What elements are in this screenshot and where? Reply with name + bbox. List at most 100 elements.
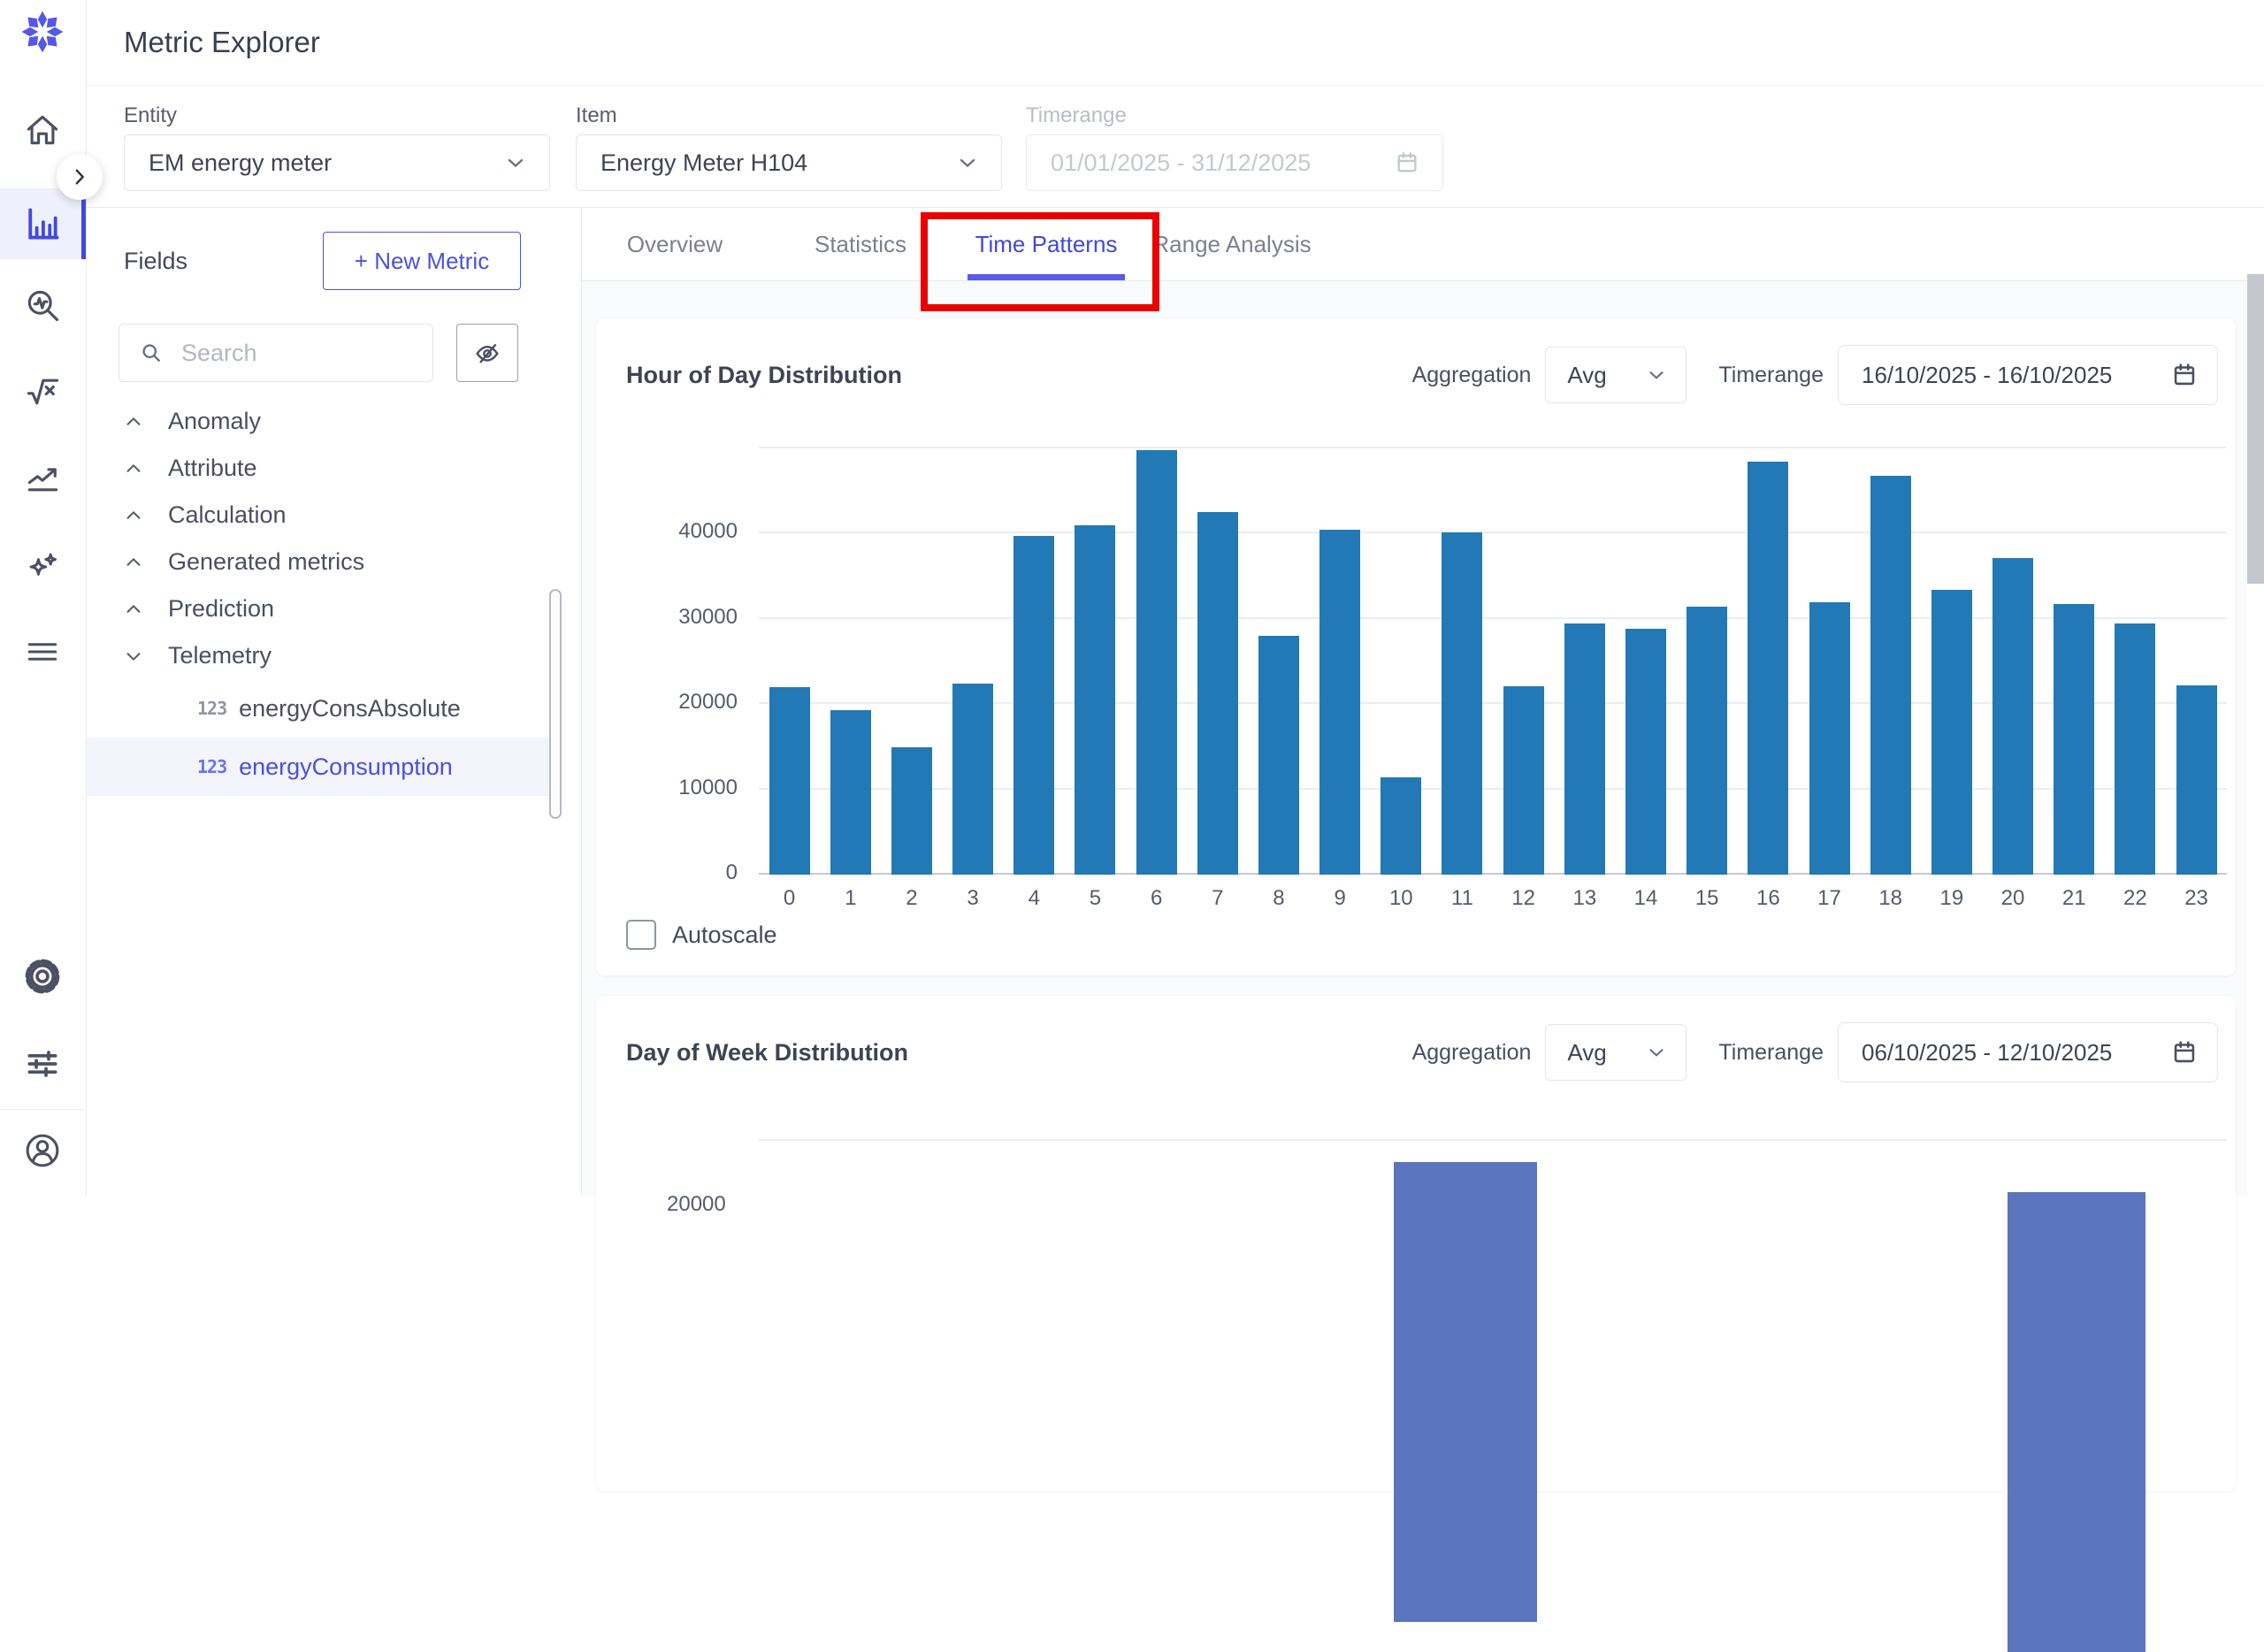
sidebar-expand-button[interactable]	[57, 154, 103, 200]
autoscale-checkbox[interactable]: Autoscale	[626, 920, 777, 950]
tree-group-generated-metrics[interactable]: Generated metrics	[87, 539, 581, 585]
x-tick-label: 2	[881, 886, 942, 911]
sidebar-item-calculation[interactable]	[0, 353, 85, 431]
checkbox-icon[interactable]	[626, 920, 656, 950]
tree-group-label: Attribute	[168, 455, 257, 482]
x-tick-label: 0	[759, 886, 820, 911]
bar-hour-17	[1809, 602, 1850, 875]
fields-scrollbar-thumb[interactable]	[549, 589, 562, 819]
tab-label: Range Analysis	[1152, 231, 1311, 258]
tab-overview[interactable]: Overview	[582, 208, 768, 280]
x-tick-label: 21	[2044, 886, 2105, 911]
field-search-input[interactable]	[119, 324, 433, 382]
tree-group-telemetry[interactable]: Telemetry	[87, 632, 581, 679]
gear-icon	[22, 956, 63, 997]
filters-bar: Entity EM energy meter Item Energy Meter…	[87, 86, 2264, 208]
x-tick-label: 3	[943, 886, 1004, 911]
bar-hour-6	[1136, 450, 1177, 875]
hide-fields-button[interactable]	[456, 324, 518, 382]
day-card-title: Day of Week Distribution	[626, 1039, 1412, 1067]
app-logo-icon	[19, 9, 65, 59]
search-input[interactable]	[180, 339, 395, 368]
y-tick-label: 40000	[631, 519, 738, 544]
aggregation-value: Avg	[1567, 362, 1606, 389]
tree-group-prediction[interactable]: Prediction	[87, 585, 581, 632]
hour-timerange-value: 16/10/2025 - 16/10/2025	[1862, 362, 2112, 389]
x-tick-label: 9	[1310, 886, 1371, 911]
calendar-icon	[2169, 360, 2199, 390]
numeric-field-icon: 123	[197, 756, 226, 777]
bar-hour-9	[1319, 530, 1360, 875]
bar-hour-19	[1931, 590, 1972, 875]
hour-aggregation-select[interactable]: Avg	[1545, 347, 1687, 403]
sidebar-item-settings[interactable]	[0, 937, 85, 1015]
timerange-value: 01/01/2025 - 31/12/2025	[1051, 149, 1311, 177]
bar-hour-3	[952, 684, 993, 875]
bar-hour-21	[2054, 604, 2094, 875]
tab-time-patterns[interactable]: Time Patterns	[953, 208, 1139, 280]
timerange-label: Timerange	[1718, 1040, 1824, 1066]
sidebar-item-preferences[interactable]	[0, 1025, 85, 1103]
trend-up-icon	[23, 459, 62, 498]
entity-value: EM energy meter	[149, 149, 332, 177]
fields-panel: Fields + New Metric	[87, 208, 582, 1196]
bar-hour-23	[2176, 685, 2217, 875]
page-scrollbar[interactable]	[2247, 267, 2264, 1196]
tab-bar: OverviewStatistics Time Patterns Range Ana…	[582, 208, 2264, 281]
active-tab-underline	[968, 274, 1125, 280]
day-of-week-card: Day of Week Distribution Aggregation Avg…	[596, 996, 2236, 1491]
aggregation-value: Avg	[1567, 1039, 1606, 1067]
chevron-down-icon	[955, 150, 980, 175]
bar-hour-0	[769, 687, 810, 875]
chevron-up-icon	[124, 412, 143, 432]
entity-select[interactable]: EM energy meter	[124, 134, 550, 191]
hour-timerange-input[interactable]: 16/10/2025 - 16/10/2025	[1838, 345, 2218, 405]
sidebar-item-ai-tools[interactable]	[0, 528, 85, 606]
x-tick-label: 7	[1187, 886, 1248, 911]
day-aggregation-select[interactable]: Avg	[1545, 1024, 1687, 1081]
tree-field-energyconsumption[interactable]: 123energyConsumption	[87, 738, 551, 796]
bar-hour-16	[1748, 462, 1788, 875]
bar-hour-12	[1503, 686, 1544, 875]
new-metric-button[interactable]: + New Metric	[323, 232, 521, 290]
sparkles-icon	[23, 547, 62, 586]
tree-group-attribute[interactable]: Attribute	[87, 445, 581, 492]
chevron-right-icon	[70, 167, 89, 187]
x-tick-label: 6	[1126, 886, 1187, 911]
tree-group-calculation[interactable]: Calculation	[87, 492, 581, 539]
bar-hour-15	[1687, 607, 1727, 875]
x-tick-label: 8	[1248, 886, 1309, 911]
sidebar-item-anomaly-search[interactable]	[0, 266, 85, 344]
bar-chart-icon	[23, 204, 62, 243]
sidebar-item-trends[interactable]	[0, 440, 85, 517]
tree-group-anomaly[interactable]: Anomaly	[87, 398, 581, 445]
hour-card-title: Hour of Day Distribution	[626, 362, 1412, 389]
bar-hour-11	[1442, 532, 1482, 875]
sidebar-item-menu[interactable]	[0, 613, 85, 691]
sliders-icon	[23, 1044, 62, 1083]
bar-hour-18	[1870, 476, 1911, 875]
chevron-down-icon	[1645, 1041, 1668, 1064]
metric-explorer-app: Metric Explorer Entity EM energy meter I…	[0, 0, 2264, 1196]
x-tick-label: 1	[820, 886, 881, 911]
tree-field-energyconsabsolute[interactable]: 123energyConsAbsolute	[87, 679, 551, 738]
item-select[interactable]: Energy Meter H104	[576, 134, 1002, 191]
sidebar-item-profile[interactable]	[0, 1112, 85, 1189]
tab-statistics[interactable]: Statistics	[768, 208, 953, 280]
bar-hour-8	[1258, 636, 1299, 875]
numeric-field-icon: 123	[197, 698, 226, 719]
hour-of-day-card: Hour of Day Distribution Aggregation Avg…	[596, 318, 2236, 975]
hamburger-icon	[23, 632, 62, 671]
bar-hour-20	[1992, 558, 2033, 875]
page-scrollbar-thumb[interactable]	[2247, 274, 2264, 584]
y-tick-label: 30000	[631, 605, 738, 630]
x-tick-label: 20	[1982, 886, 2043, 911]
day-timerange-input[interactable]: 06/10/2025 - 12/10/2025	[1838, 1022, 2218, 1082]
bar-hour-2	[891, 747, 932, 875]
tab-label: Time Patterns	[975, 231, 1118, 258]
bar-hour-4	[1013, 536, 1054, 875]
item-value: Energy Meter H104	[600, 149, 807, 177]
tab-range-analysis[interactable]: Range Analysis	[1139, 208, 1325, 280]
x-tick-label: 10	[1371, 886, 1432, 911]
chevron-up-icon	[124, 506, 143, 525]
